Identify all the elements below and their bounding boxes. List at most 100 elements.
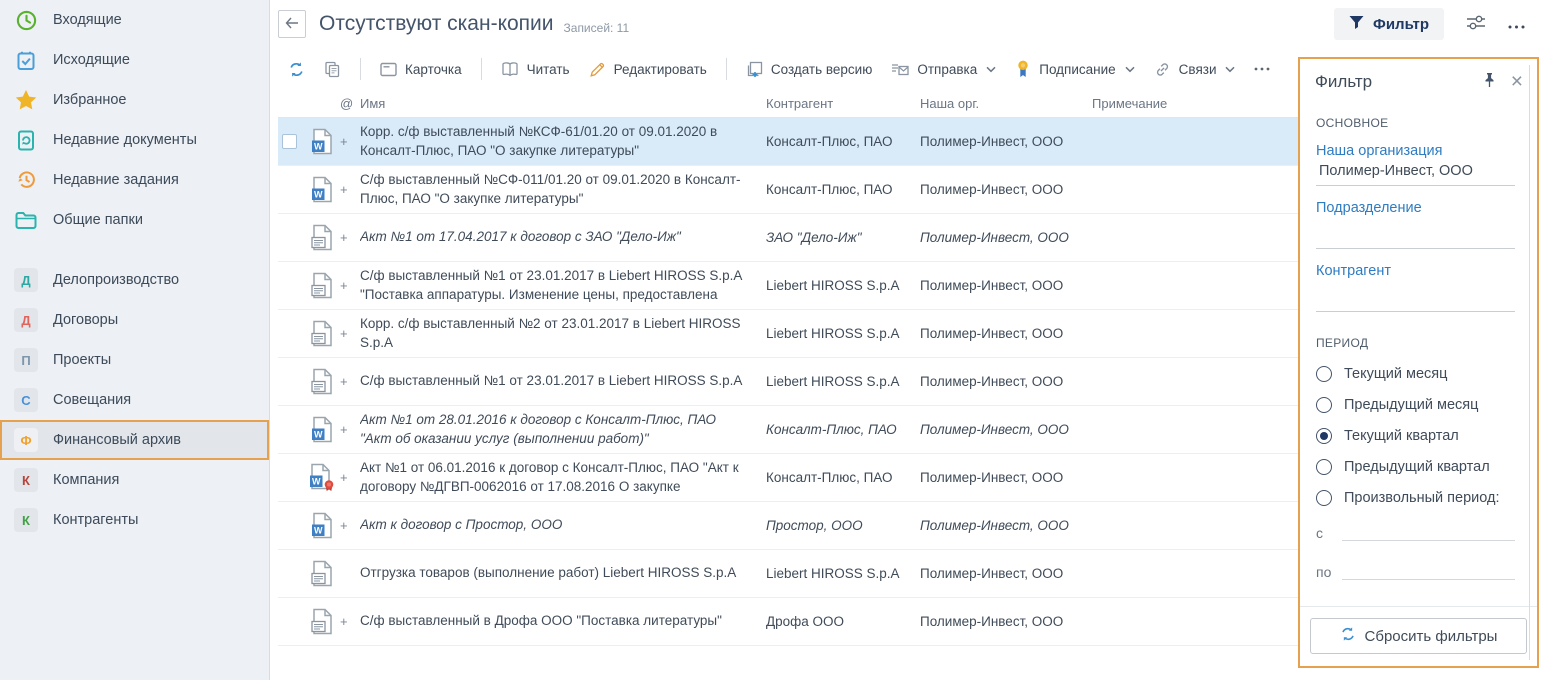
sidebar-item-label: Избранное	[53, 92, 126, 108]
date-from-input[interactable]	[1342, 521, 1515, 541]
sidebar-item-financial-archive[interactable]: ФФинансовый архив	[0, 420, 269, 460]
contragent-cell: Консалт-Плюс, ПАО	[766, 182, 920, 197]
our-organization-link[interactable]: Наша организация	[1316, 143, 1443, 159]
table-row[interactable]: W+Акт №1 от 28.01.2016 к договор с Конса…	[278, 406, 1298, 454]
expand-plus[interactable]: +	[340, 470, 360, 485]
period-radio[interactable]: Предыдущий месяц	[1316, 397, 1515, 413]
period-radio[interactable]: Текущий месяц	[1316, 366, 1515, 382]
expand-plus[interactable]: +	[340, 614, 360, 629]
toolbar-edit-button[interactable]: Редактировать	[589, 61, 707, 78]
document-name: Акт №1 от 28.01.2016 к договор с Консалт…	[360, 411, 766, 449]
table-row[interactable]: +С/ф выставленный №1 от 23.01.2017 в Lie…	[278, 358, 1298, 406]
sidebar-item-label: Контрагенты	[53, 512, 138, 528]
expand-plus[interactable]: +	[340, 134, 360, 149]
back-button[interactable]	[278, 10, 306, 38]
document-name: Акт №1 от 17.04.2017 к договор с ЗАО "Де…	[360, 228, 766, 247]
toolbar-divider	[481, 58, 482, 80]
document-icon	[304, 608, 340, 635]
org-cell: Полимер-Инвест, ООО	[920, 470, 1092, 485]
period-radio[interactable]: Предыдущий квартал	[1316, 459, 1515, 475]
expand-plus[interactable]: +	[340, 278, 360, 293]
table-row[interactable]: +Корр. с/ф выставленный №2 от 23.01.2017…	[278, 310, 1298, 358]
expand-plus[interactable]: +	[340, 326, 360, 341]
sidebar-item-recent-documents[interactable]: Недавние документы	[0, 120, 269, 160]
contragent-cell: Консалт-Плюс, ПАО	[766, 470, 920, 485]
sidebar-item-shared-folders[interactable]: Общие папки	[0, 200, 269, 240]
filter-field-counterparty: Контрагент	[1316, 262, 1515, 312]
org-cell: Полимер-Инвест, ООО	[920, 134, 1092, 149]
close-icon: ×	[1511, 71, 1523, 92]
column-header-org[interactable]: Наша орг.	[920, 96, 1092, 111]
table-row[interactable]: +С/ф выставленный в Дрофа ООО "Поставка …	[278, 598, 1298, 646]
table-row[interactable]: W+С/ф выставленный №СФ-011/01.20 от 09.0…	[278, 166, 1298, 214]
word-document-icon: W	[304, 128, 340, 155]
filter-toggle-button[interactable]: Фильтр	[1334, 8, 1444, 40]
contragent-cell: Liebert HIROSS S.p.A	[766, 278, 920, 293]
counterparty-input[interactable]	[1316, 282, 1515, 312]
filter-button-label: Фильтр	[1373, 16, 1429, 33]
document-icon	[304, 320, 340, 347]
expand-plus[interactable]: +	[340, 230, 360, 245]
sidebar-item-outbox[interactable]: Исходящие	[0, 40, 269, 80]
toolbar-read-button[interactable]: Читать	[501, 61, 570, 77]
sidebar-item-meetings[interactable]: ССовещания	[0, 380, 269, 420]
document-list-area: Карточка Читать Редактировать Создать верси…	[270, 48, 1298, 680]
table-row[interactable]: +Акт №1 от 17.04.2017 к договор с ЗАО "Д…	[278, 214, 1298, 262]
toolbar-sign-button[interactable]: Подписание	[1015, 60, 1134, 78]
expand-plus[interactable]: +	[340, 422, 360, 437]
more-options-button[interactable]	[1508, 17, 1525, 32]
pin-button[interactable]	[1482, 72, 1497, 91]
counterparties-icon: К	[14, 508, 38, 532]
row-checkbox[interactable]	[282, 134, 297, 149]
period-radio[interactable]: Произвольный период:	[1316, 490, 1515, 506]
table-row[interactable]: +С/ф выставленный №1 от 23.01.2017 в Lie…	[278, 262, 1298, 310]
column-header-note[interactable]: Примечание	[1092, 96, 1298, 111]
sidebar-item-favorites[interactable]: Избранное	[0, 80, 269, 120]
sidebar-item-projects[interactable]: ППроекты	[0, 340, 269, 380]
table-row[interactable]: W+Корр. с/ф выставленный №КСФ-61/01.20 о…	[278, 118, 1298, 166]
contragent-cell: Консалт-Плюс, ПАО	[766, 422, 920, 437]
sidebar-item-counterparties[interactable]: К Контрагенты	[0, 500, 269, 540]
sidebar-item-recent-tasks[interactable]: Недавние задания	[0, 160, 269, 200]
column-header-attachment[interactable]: @	[340, 96, 360, 111]
sidebar-item-company[interactable]: К Компания	[0, 460, 269, 500]
toolbar-card-button[interactable]: Карточка	[380, 62, 462, 77]
expand-plus[interactable]: +	[340, 518, 360, 533]
table-row[interactable]: Отгрузка товаров (выполнение работ) Lieb…	[278, 550, 1298, 598]
star-icon	[14, 88, 38, 112]
date-from-label: с	[1316, 525, 1332, 541]
sidebar-item-label: Финансовый архив	[53, 432, 181, 448]
date-to-input[interactable]	[1342, 560, 1515, 580]
toolbar-refresh-button[interactable]	[288, 61, 305, 78]
sidebar-item-inbox[interactable]: Входящие	[0, 0, 269, 40]
expand-plus[interactable]: +	[340, 374, 360, 389]
expand-plus[interactable]: +	[340, 182, 360, 197]
view-settings-button[interactable]	[1466, 14, 1486, 34]
table-row[interactable]: W+Акт №1 от 06.01.2016 к договор с Конса…	[278, 454, 1298, 502]
filter-panel-body: ОСНОВНОЕ Наша организацияПолимер-Инвест,…	[1300, 96, 1537, 606]
sidebar-item-records-management[interactable]: ДДелопроизводство	[0, 260, 269, 300]
sidebar-item-label: Проекты	[53, 352, 111, 368]
period-radio[interactable]: Текущий квартал	[1316, 428, 1515, 444]
reset-filters-button[interactable]: Сбросить фильтры	[1310, 618, 1527, 654]
counterparty-link[interactable]: Контрагент	[1316, 263, 1391, 279]
department-link[interactable]: Подразделение	[1316, 200, 1422, 216]
sidebar-item-label: Компания	[53, 472, 119, 488]
department-input[interactable]	[1316, 219, 1515, 249]
toolbar-send-button[interactable]: Отправка	[891, 62, 996, 77]
table-row[interactable]: W+Акт к договор с Простор, ОООПростор, О…	[278, 502, 1298, 550]
filter-panel-scrollbar[interactable]	[1529, 65, 1530, 660]
close-filter-button[interactable]: ×	[1511, 71, 1523, 92]
toolbar-more-button[interactable]	[1254, 67, 1270, 71]
document-name: Отгрузка товаров (выполнение работ) Lieb…	[360, 564, 766, 583]
toolbar-copy-button[interactable]	[324, 61, 341, 78]
sidebar-item-label: Недавние задания	[53, 172, 179, 188]
column-header-contragent[interactable]: Контрагент	[766, 96, 920, 111]
toolbar-links-button[interactable]: Связи	[1154, 61, 1236, 78]
toolbar-create-version-button[interactable]: Создать версию	[746, 61, 873, 78]
our-organization-input[interactable]: Полимер-Инвест, ООО	[1316, 162, 1515, 186]
period-radio-label: Предыдущий месяц	[1344, 397, 1478, 413]
company-icon: К	[14, 468, 38, 492]
column-header-name[interactable]: Имя	[360, 96, 766, 111]
sidebar-item-contracts[interactable]: ДДоговоры	[0, 300, 269, 340]
